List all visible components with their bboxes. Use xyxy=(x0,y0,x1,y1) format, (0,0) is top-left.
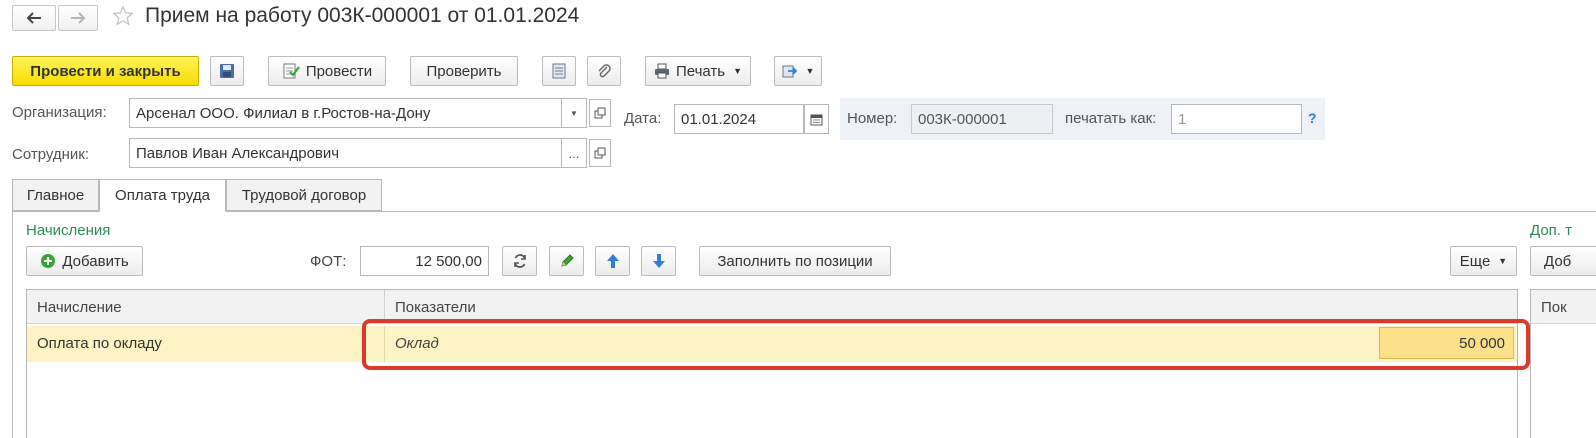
row-accrual-cell: Оплата по окладу xyxy=(37,335,162,352)
dropdown-caret-icon: ▼ xyxy=(733,66,743,76)
employee-field[interactable]: Павлов Иван Александрович ... xyxy=(129,138,587,168)
paperclip-icon xyxy=(598,64,611,78)
check-button[interactable]: Проверить xyxy=(410,56,518,86)
help-icon[interactable]: ? xyxy=(1308,110,1317,126)
print-button[interactable]: Печать ▼ xyxy=(645,56,751,86)
column-header-accrual[interactable]: Начисление xyxy=(37,299,122,316)
print-as-label: печатать как: xyxy=(1065,110,1157,127)
organization-label: Организация: xyxy=(12,104,107,121)
date-value: 01.01.2024 xyxy=(681,110,757,128)
dropdown-arrow-icon: ▼ xyxy=(570,108,578,118)
tab-content-border xyxy=(12,211,13,438)
arrow-down-icon xyxy=(652,254,665,268)
window-title: Прием на работу 003К-000001 от 01.01.202… xyxy=(145,4,580,27)
organization-value: Арсенал ООО. Филиал в г.Ростов-на-Дону xyxy=(136,104,431,122)
more-button-label: Еще xyxy=(1459,252,1491,270)
fot-field: 12 500,00 xyxy=(360,246,489,276)
save-button[interactable] xyxy=(210,56,244,86)
right-panel-column-header[interactable]: Пок xyxy=(1541,299,1567,316)
employee-open-button[interactable] xyxy=(589,139,611,167)
tab-employment-contract[interactable]: Трудовой договор xyxy=(226,179,382,211)
accruals-section-title: Начисления xyxy=(26,222,111,239)
organization-dropdown-button[interactable]: ▼ xyxy=(561,99,586,127)
post-and-close-button[interactable]: Провести и закрыть xyxy=(12,56,199,86)
plus-circle-icon xyxy=(41,254,56,268)
list-button[interactable] xyxy=(542,56,576,86)
employee-select-button[interactable]: ... xyxy=(561,139,586,167)
move-down-button[interactable] xyxy=(641,246,676,276)
post-button[interactable]: Провести xyxy=(268,56,386,86)
right-panel-table: Пок xyxy=(1530,289,1596,438)
fill-by-position-button[interactable]: Заполнить по позиции xyxy=(699,246,891,276)
create-based-on-button[interactable]: ▼ xyxy=(774,56,822,86)
refresh-icon xyxy=(513,254,526,268)
open-window-icon xyxy=(594,107,606,119)
tab-main[interactable]: Главное xyxy=(12,179,99,211)
back-button[interactable] xyxy=(12,5,56,31)
refresh-button[interactable] xyxy=(502,246,537,276)
open-window-icon xyxy=(594,147,606,159)
number-label: Номер: xyxy=(847,110,898,127)
organization-field[interactable]: Арсенал ООО. Филиал в г.Ростов-на-Дону ▼ xyxy=(129,98,587,128)
pencil-icon xyxy=(560,254,574,267)
print-as-field[interactable]: 1 xyxy=(1171,104,1302,134)
dropdown-caret-icon: ▼ xyxy=(1498,256,1508,266)
attach-button[interactable] xyxy=(587,56,621,86)
move-up-button[interactable] xyxy=(595,246,630,276)
tab-bar-line xyxy=(12,211,1596,212)
calendar-button[interactable] xyxy=(804,104,829,134)
post-document-icon xyxy=(283,63,300,79)
fot-label: ФОТ: xyxy=(310,253,347,270)
forward-button[interactable] xyxy=(58,5,98,31)
floppy-disk-icon xyxy=(220,64,234,78)
fot-value: 12 500,00 xyxy=(415,252,482,270)
employee-value: Павлов Иван Александрович xyxy=(136,144,340,162)
edit-button[interactable] xyxy=(549,246,584,276)
dropdown-caret-icon: ▼ xyxy=(805,66,815,76)
add-accrual-button[interactable]: Добавить xyxy=(26,246,143,276)
organization-open-button[interactable] xyxy=(589,99,611,127)
arrow-right-icon xyxy=(71,12,86,24)
arrow-up-icon xyxy=(606,254,619,268)
printer-icon xyxy=(654,63,669,79)
number-field: 003К-000001 xyxy=(911,104,1053,134)
favorite-star-icon[interactable] xyxy=(112,5,134,27)
right-panel-add-button[interactable]: Доб xyxy=(1530,246,1596,276)
arrow-left-icon xyxy=(26,12,41,24)
print-as-placeholder: 1 xyxy=(1178,110,1187,128)
more-button[interactable]: Еще ▼ xyxy=(1450,246,1517,276)
create-based-on-icon xyxy=(782,65,797,78)
tab-payment[interactable]: Оплата труда xyxy=(99,179,226,212)
employee-label: Сотрудник: xyxy=(12,146,90,163)
right-panel-title: Доп. т xyxy=(1530,222,1572,239)
post-button-label: Провести xyxy=(305,62,373,80)
date-label: Дата: xyxy=(624,110,662,127)
print-button-label: Печать xyxy=(675,62,726,80)
right-panel-header: Пок xyxy=(1531,290,1596,324)
add-accrual-label: Добавить xyxy=(62,252,129,270)
number-value: 003К-000001 xyxy=(918,110,1007,128)
document-list-icon xyxy=(552,63,566,79)
calendar-icon xyxy=(810,114,823,125)
highlight-annotation xyxy=(362,319,1530,370)
column-header-indicators[interactable]: Показатели xyxy=(395,299,476,316)
date-field[interactable]: 01.01.2024 xyxy=(674,104,804,134)
